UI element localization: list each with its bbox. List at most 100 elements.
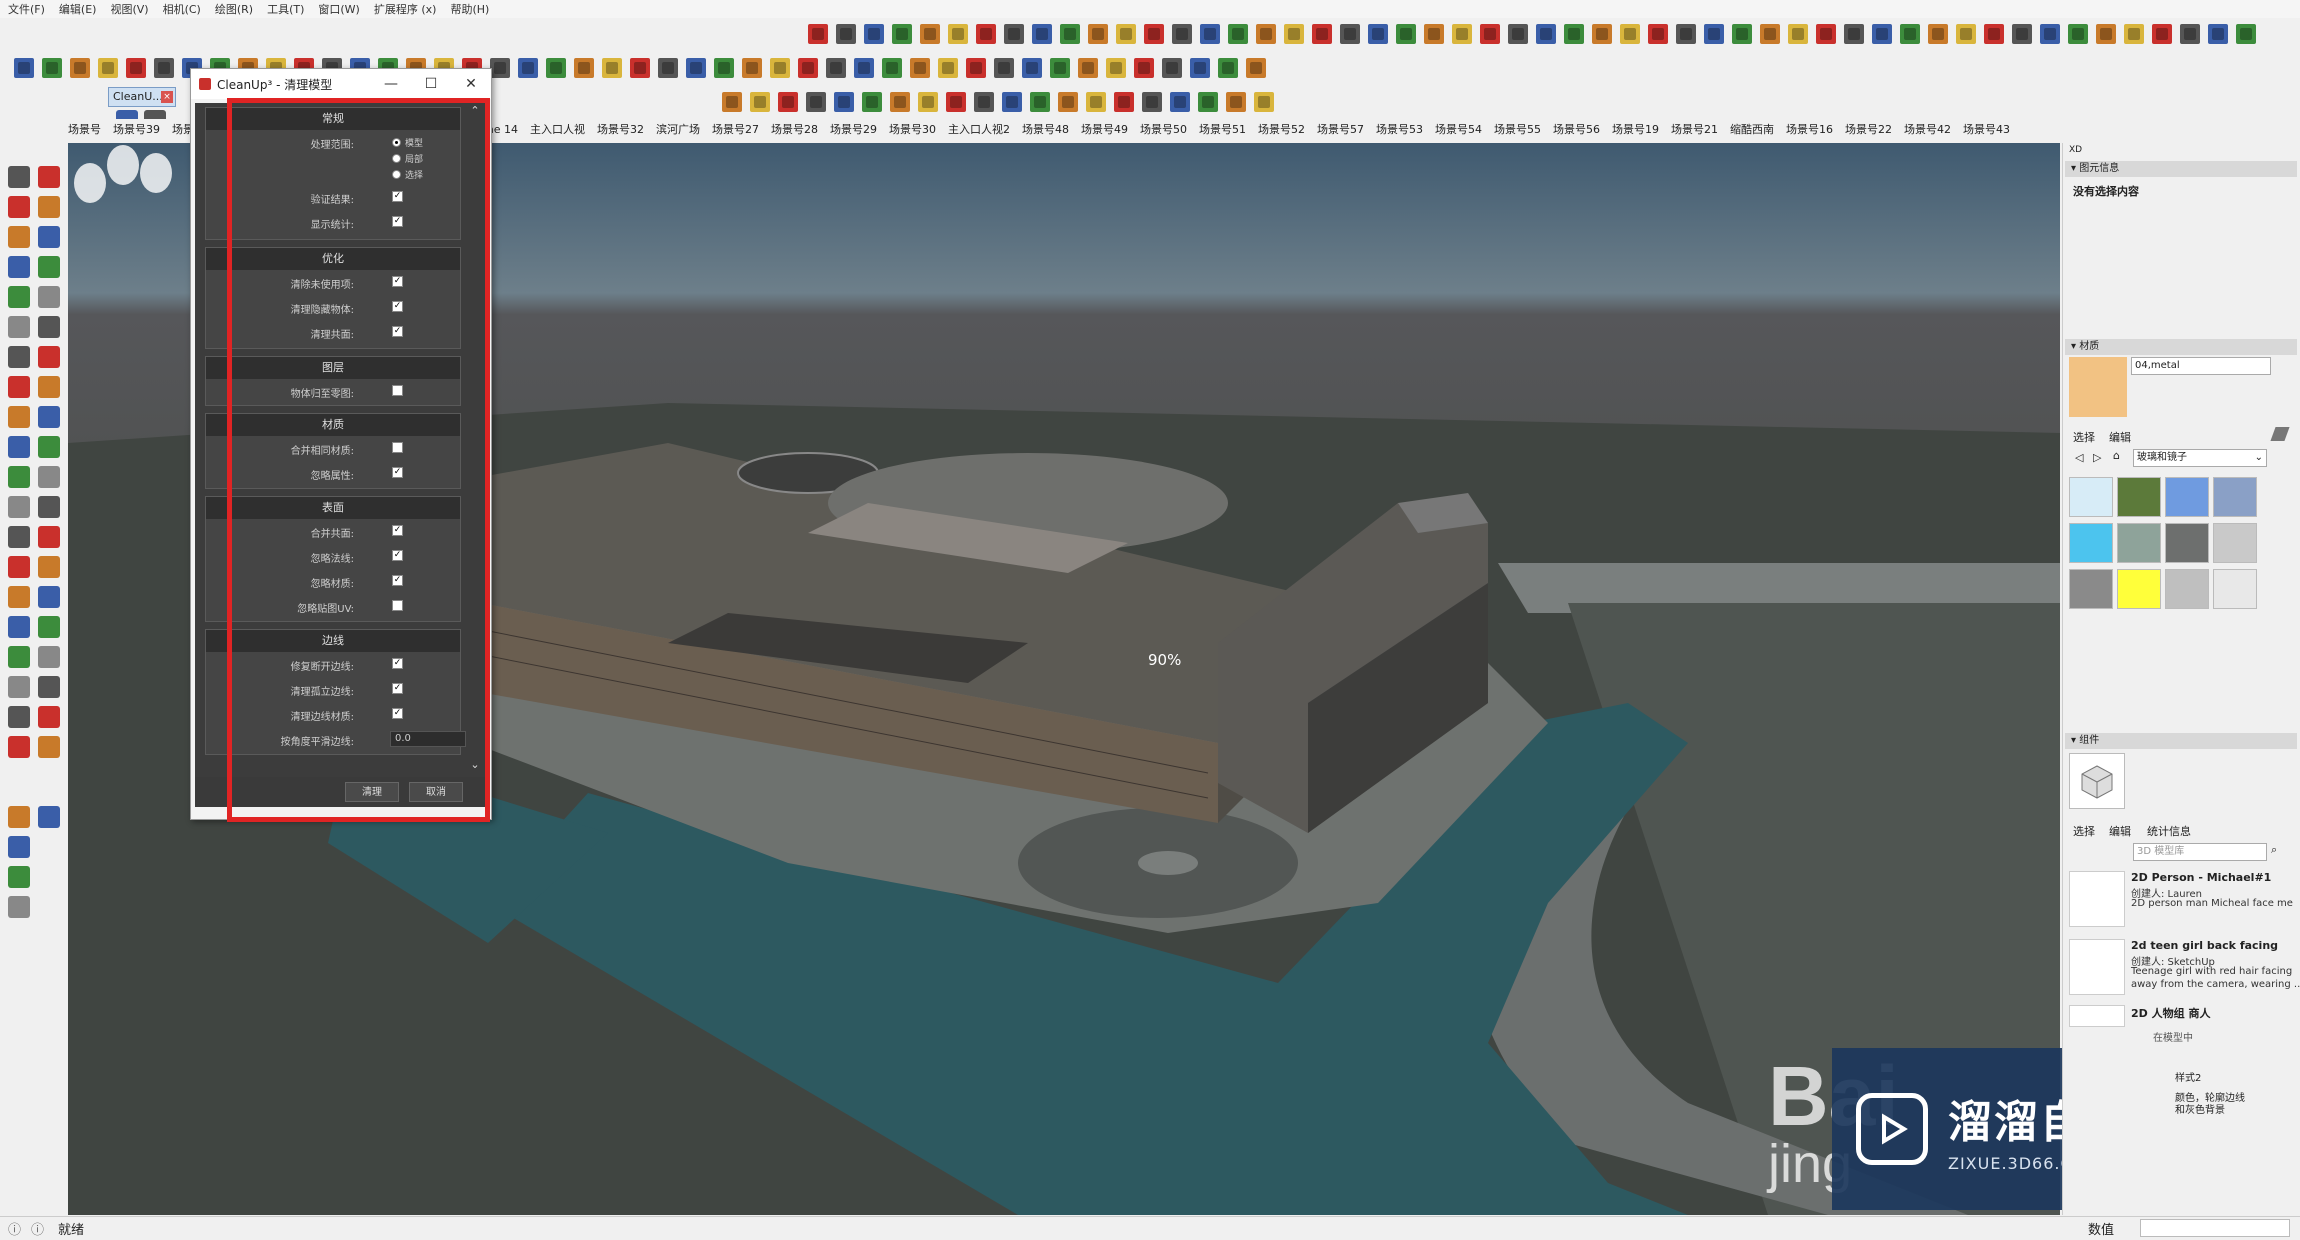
smooth-angle-input[interactable]: 0.0 (390, 731, 466, 747)
toolbar-tool-icon[interactable] (862, 92, 882, 112)
home-icon[interactable]: ⌂ (2113, 449, 2120, 462)
drawing-tool-icon[interactable] (38, 286, 60, 308)
drawing-tool-icon[interactable] (8, 496, 30, 518)
drawing-tool-icon[interactable] (8, 406, 30, 428)
toolbar-tool-icon[interactable] (892, 24, 912, 44)
toolbar-tool-icon[interactable] (1396, 24, 1416, 44)
toolbar-tool-icon[interactable] (1956, 24, 1976, 44)
toolbar-tool-icon[interactable] (966, 58, 986, 78)
material-swatch[interactable] (2069, 523, 2113, 563)
drawing-tool-icon[interactable] (8, 806, 30, 828)
toolbar-tool-icon[interactable] (1256, 24, 1276, 44)
toolbar-tool-icon[interactable] (70, 58, 90, 78)
toolbar-tool-icon[interactable] (1648, 24, 1668, 44)
toolbar-tool-icon[interactable] (490, 58, 510, 78)
drawing-tool-icon[interactable] (38, 556, 60, 578)
menu-item[interactable]: 帮助(H) (450, 1, 489, 17)
toolbar-tool-icon[interactable] (918, 92, 938, 112)
material-swatch[interactable] (2117, 477, 2161, 517)
radio-selection[interactable]: 选择 (392, 166, 423, 182)
toolbar-tool-icon[interactable] (1480, 24, 1500, 44)
material-swatch[interactable] (2213, 523, 2257, 563)
menu-item[interactable]: 视图(V) (110, 1, 148, 17)
material-swatch[interactable] (2165, 523, 2209, 563)
radio-local[interactable]: 局部 (392, 150, 423, 166)
toolbar-tool-icon[interactable] (2208, 24, 2228, 44)
toolbar-tool-icon[interactable] (1170, 92, 1190, 112)
drawing-tool-icon[interactable] (8, 866, 30, 888)
drawing-tool-icon[interactable] (8, 226, 30, 248)
drawing-tool-icon[interactable] (8, 466, 30, 488)
duplicate-checkbox[interactable]: ✓ (392, 326, 403, 337)
toolbar-tool-icon[interactable] (1226, 92, 1246, 112)
toolbar-tool-icon[interactable] (1218, 58, 1238, 78)
drawing-tool-icon[interactable] (8, 706, 30, 728)
normals-checkbox[interactable]: ✓ (392, 550, 403, 561)
menu-item[interactable]: 编辑(E) (59, 1, 97, 17)
drawing-tool-icon[interactable] (8, 646, 30, 668)
toolbar-tool-icon[interactable] (1704, 24, 1724, 44)
toolbar-tool-icon[interactable] (2236, 24, 2256, 44)
toolbar-tool-icon[interactable] (1032, 24, 1052, 44)
toolbar-tool-icon[interactable] (1424, 24, 1444, 44)
drawing-tool-icon[interactable] (8, 526, 30, 548)
toolbar-tool-icon[interactable] (826, 58, 846, 78)
toolbar-tool-icon[interactable] (1564, 24, 1584, 44)
components-header[interactable]: ▾ 组件 (2065, 733, 2297, 749)
drawing-tool-icon[interactable] (38, 806, 60, 828)
drawing-tool-icon[interactable] (8, 346, 30, 368)
material-swatch[interactable] (2213, 477, 2257, 517)
uv-checkbox[interactable] (392, 600, 403, 611)
drawing-tool-icon[interactable] (38, 736, 60, 758)
toolbar-tool-icon[interactable] (1844, 24, 1864, 44)
materials-tab-select[interactable]: 选择 (2073, 429, 2095, 445)
cleanup-toolbar-tab[interactable]: CleanU... × (108, 87, 176, 107)
scene-tab[interactable]: 场景号22 (1845, 121, 1892, 137)
toolbar-tool-icon[interactable] (1190, 58, 1210, 78)
drawing-tool-icon[interactable] (38, 586, 60, 608)
close-button[interactable]: ✕ (451, 76, 491, 92)
purge-checkbox[interactable]: ✓ (392, 276, 403, 287)
components-tab-select[interactable]: 选择 (2073, 823, 2095, 839)
toolbar-tool-icon[interactable] (938, 58, 958, 78)
toolbar-tool-icon[interactable] (1134, 58, 1154, 78)
material-swatch[interactable] (2165, 569, 2209, 609)
menu-item[interactable]: 相机(C) (163, 1, 201, 17)
toolbar-tool-icon[interactable] (1984, 24, 2004, 44)
toolbar-tool-icon[interactable] (1200, 24, 1220, 44)
toolbar-tool-icon[interactable] (658, 58, 678, 78)
minimize-button[interactable]: — (371, 76, 411, 92)
drawing-tool-icon[interactable] (38, 406, 60, 428)
toolbar-tool-icon[interactable] (126, 58, 146, 78)
toolbar-tool-icon[interactable] (1162, 58, 1182, 78)
toolbar-tool-icon[interactable] (1368, 24, 1388, 44)
toolbar-tool-icon[interactable] (1676, 24, 1696, 44)
radio-model[interactable]: 模型 (392, 134, 423, 150)
drawing-tool-icon[interactable] (8, 556, 30, 578)
radio-selected[interactable] (392, 137, 401, 147)
material-library-select[interactable]: 玻璃和镜子 ⌄ (2133, 449, 2267, 467)
toolbar-tool-icon[interactable] (974, 92, 994, 112)
merge-materials-checkbox[interactable] (392, 442, 403, 453)
hidden-checkbox[interactable]: ✓ (392, 301, 403, 312)
scene-tab[interactable]: 场景号39 (113, 121, 160, 137)
scroll-up-icon[interactable]: ⌃ (467, 103, 483, 119)
toolbar-tool-icon[interactable] (602, 58, 622, 78)
material-swatch[interactable] (2117, 569, 2161, 609)
toolbar-tool-icon[interactable] (1246, 58, 1266, 78)
drawing-tool-icon[interactable] (8, 316, 30, 338)
drawing-tool-icon[interactable] (38, 436, 60, 458)
drawing-tool-icon[interactable] (38, 526, 60, 548)
material-swatch[interactable] (2069, 569, 2113, 609)
scene-tab[interactable]: 场景号21 (1671, 121, 1718, 137)
scene-tab[interactable]: 场景号28 (771, 121, 818, 137)
toolbar-tool-icon[interactable] (1928, 24, 1948, 44)
scene-tab[interactable]: 场景号29 (830, 121, 877, 137)
scene-tab[interactable]: 场景号49 (1081, 121, 1128, 137)
drawing-tool-icon[interactable] (38, 196, 60, 218)
scene-tab[interactable]: 场景号56 (1553, 121, 1600, 137)
toolbar-tool-icon[interactable] (1060, 24, 1080, 44)
toolbar-tool-icon[interactable] (778, 92, 798, 112)
scene-tab[interactable]: 场景号48 (1022, 121, 1069, 137)
toolbar-tool-icon[interactable] (574, 58, 594, 78)
